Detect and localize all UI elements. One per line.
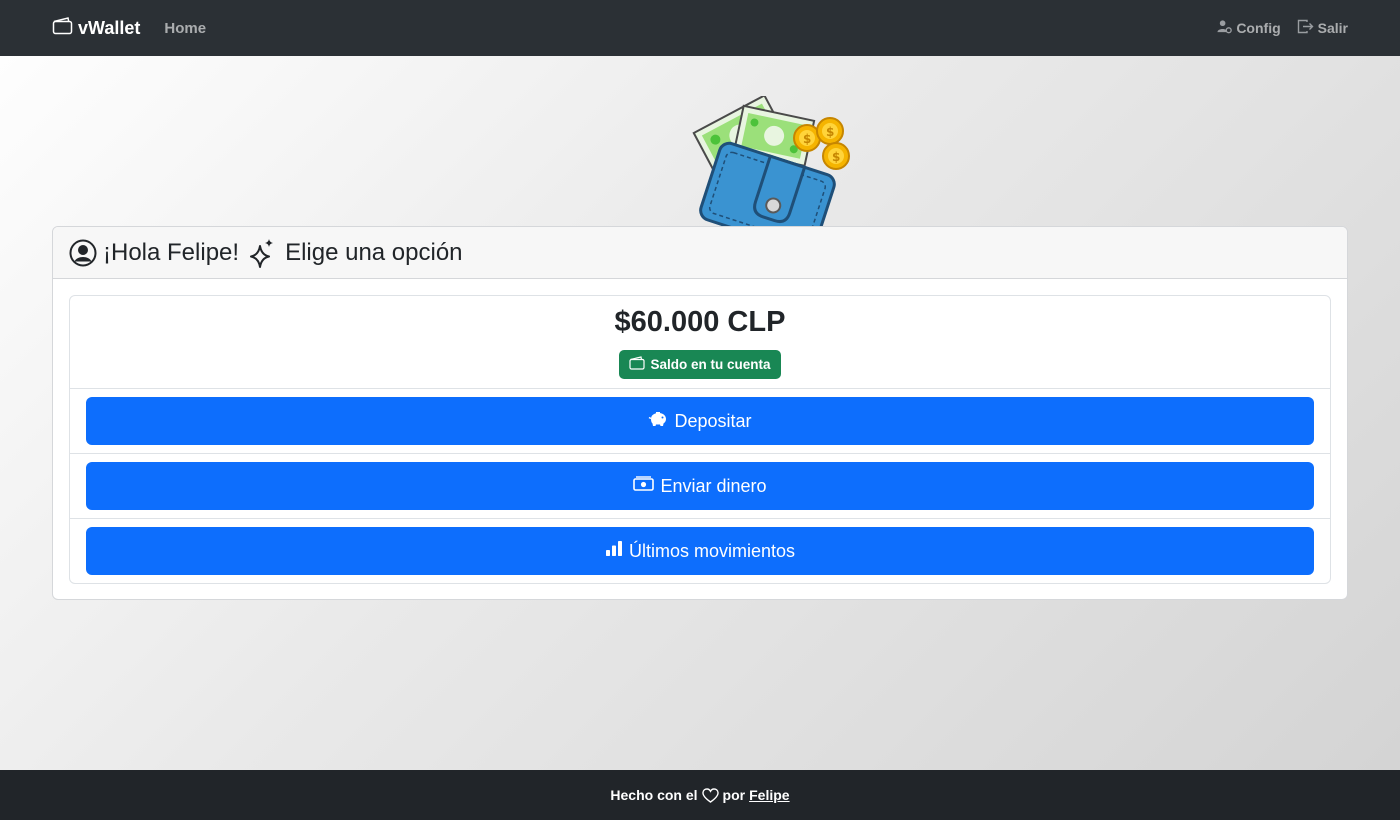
send-money-button[interactable]: Enviar dinero — [86, 462, 1314, 510]
movements-label: Últimos movimientos — [628, 540, 796, 561]
balance-item: $60.000 CLP Saldo en tu cuenta — [70, 296, 1330, 389]
footer-text-before: Hecho con el — [610, 787, 698, 803]
box-arrow-right-icon — [1297, 19, 1318, 37]
svg-text:$: $ — [803, 132, 811, 146]
greeting-text: ¡Hola Felipe! — [103, 238, 240, 266]
svg-text:$: $ — [826, 125, 834, 139]
stars-icon — [249, 238, 275, 268]
person-circle-icon — [69, 239, 97, 267]
wallet-icon — [629, 356, 650, 373]
balance-amount: $60.000 CLP — [614, 306, 786, 338]
nav-logout-link[interactable]: Salir — [1297, 19, 1348, 37]
footer-author-link[interactable]: Felipe — [749, 787, 789, 803]
heart-icon — [701, 787, 719, 803]
wallet-illustration: $ $ $ — [660, 96, 870, 226]
main-card: ¡Hola Felipe! Elige una opción $60.000 C… — [52, 226, 1348, 600]
piggy-bank-icon — [648, 411, 674, 432]
card-body: $60.000 CLP Saldo en tu cuenta Depositar — [53, 279, 1347, 599]
balance-badge: Saldo en tu cuenta — [619, 350, 781, 379]
nav-right-group: Config Salir — [1217, 19, 1348, 37]
brand-name: vWallet — [78, 17, 141, 38]
nav-logout-label: Salir — [1317, 20, 1348, 36]
footer-text-middle: por — [722, 787, 746, 803]
nav-home-link[interactable]: Home — [164, 20, 206, 37]
deposit-label: Depositar — [674, 410, 752, 431]
movements-button[interactable]: Últimos movimientos — [86, 527, 1314, 575]
brand-link[interactable]: vWallet — [52, 16, 141, 40]
svg-text:$: $ — [832, 150, 840, 164]
balance-badge-label: Saldo en tu cuenta — [650, 357, 771, 372]
wallet-icon — [52, 16, 78, 40]
list-item: Depositar — [70, 389, 1330, 454]
user-gear-icon — [1217, 19, 1236, 37]
cash-icon — [633, 475, 660, 497]
prompt-text: Elige una opción — [285, 238, 463, 266]
footer: Hecho con el por Felipe — [0, 770, 1400, 820]
options-list: $60.000 CLP Saldo en tu cuenta Depositar — [69, 295, 1331, 584]
list-item: Últimos movimientos — [70, 519, 1330, 583]
top-navbar: vWallet Home Config Salir — [0, 0, 1400, 56]
send-money-label: Enviar dinero — [660, 475, 767, 496]
deposit-button[interactable]: Depositar — [86, 397, 1314, 445]
bar-chart-icon — [605, 540, 629, 562]
card-header: ¡Hola Felipe! Elige una opción — [53, 227, 1347, 279]
list-item: Enviar dinero — [70, 454, 1330, 519]
nav-config-link[interactable]: Config — [1217, 19, 1281, 37]
nav-config-label: Config — [1236, 20, 1281, 36]
